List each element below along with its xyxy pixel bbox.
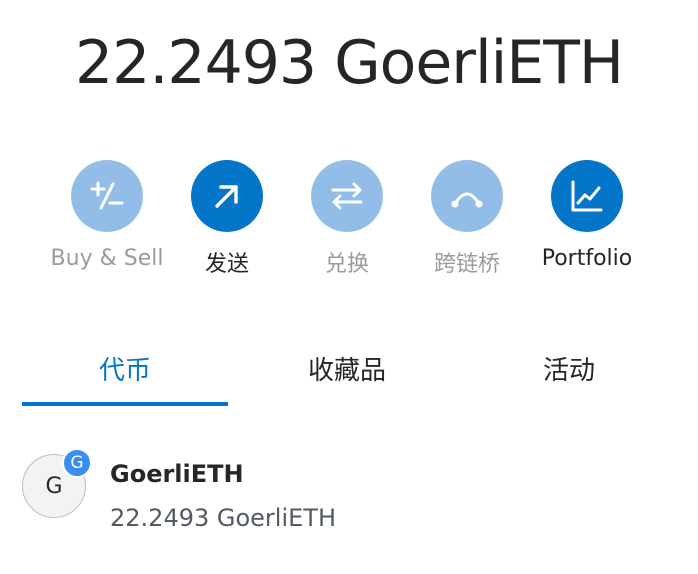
buy-sell-label: Buy & Sell: [50, 246, 164, 271]
plus-minus-icon: [90, 181, 124, 210]
send-button[interactable]: 发送: [162, 160, 292, 278]
tab-tokens[interactable]: 代币: [22, 330, 228, 406]
swap-label: 兑换: [324, 252, 369, 277]
send-icon-circle: [191, 160, 263, 232]
network-badge-icon: G: [62, 448, 92, 478]
asset-tabs: 代币 收藏品 活动: [22, 330, 676, 406]
swap-button[interactable]: 兑换: [282, 160, 412, 278]
buy-sell-button[interactable]: Buy & Sell: [42, 160, 172, 271]
bridge-button[interactable]: 跨链桥: [402, 160, 532, 278]
portfolio-icon-circle: [551, 160, 623, 232]
token-list-item[interactable]: G G GoerliETH 22.2493 GoerliETH: [22, 448, 676, 548]
bridge-icon-circle: [431, 160, 503, 232]
swap-icon-circle: [311, 160, 383, 232]
token-name: GoerliETH: [110, 460, 244, 488]
balance-symbol: GoerliETH: [334, 28, 624, 98]
tab-collectibles[interactable]: 收藏品: [244, 330, 450, 406]
portfolio-button[interactable]: Portfolio: [522, 160, 652, 271]
swap-arrows-icon: [331, 182, 363, 210]
token-balance: 22.2493 GoerliETH: [110, 504, 336, 532]
action-bar: Buy & Sell 发送 兑换 跨链桥 Portfolio: [0, 160, 698, 290]
arrow-up-right-icon: [215, 185, 238, 208]
wallet-overview: 22.2493 GoerliETH Buy & Sell 发送 兑换 跨链桥 P…: [0, 0, 698, 574]
bridge-icon: [451, 192, 483, 208]
primary-balance: 22.2493 GoerliETH: [0, 28, 698, 98]
buy-sell-icon-circle: [71, 160, 143, 232]
send-label: 发送: [204, 252, 249, 277]
bridge-label: 跨链桥: [433, 252, 500, 277]
balance-amount: 22.2493: [74, 28, 317, 98]
portfolio-label: Portfolio: [541, 246, 633, 271]
chart-icon: [571, 180, 603, 212]
tab-activity[interactable]: 活动: [466, 330, 672, 406]
